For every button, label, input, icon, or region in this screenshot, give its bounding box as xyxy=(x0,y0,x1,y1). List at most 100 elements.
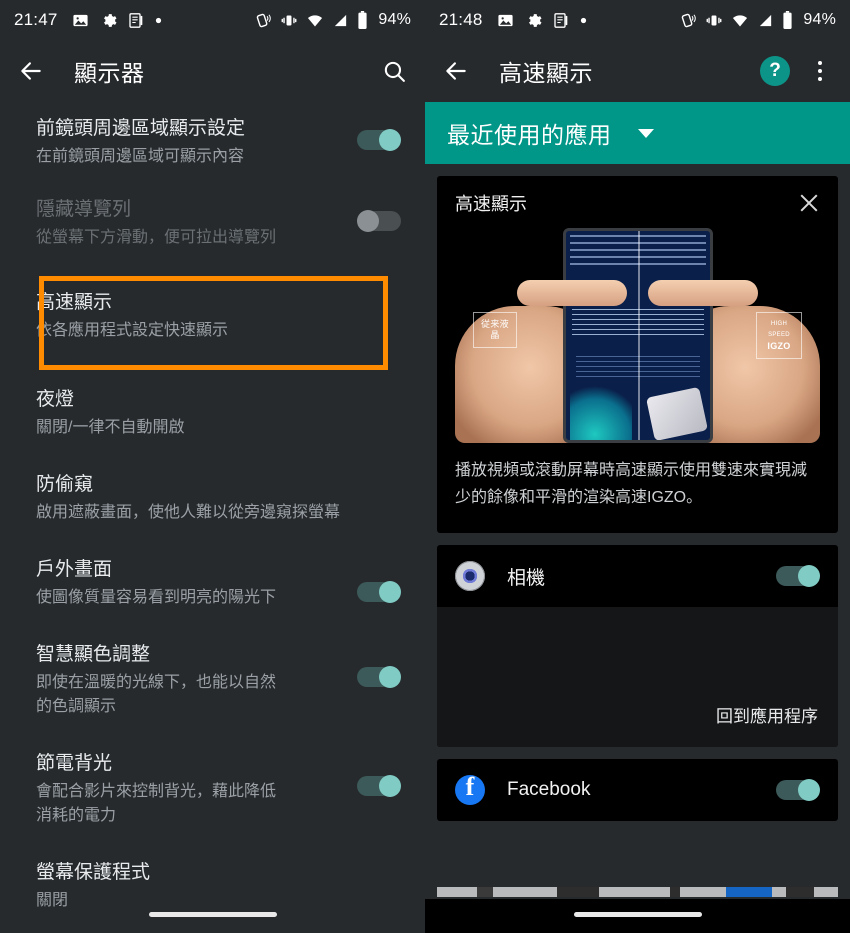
setting-toggle[interactable] xyxy=(357,210,401,232)
setting-row-outdoor-view[interactable]: 戶外畫面 使圖像質量容易看到明亮的陽光下 xyxy=(0,539,425,624)
app-row[interactable]: Facebook xyxy=(437,759,838,821)
setting-row-power-saving-backlight[interactable]: 節電背光 會配合影片來控制背光，藉此降低消耗的電力 xyxy=(0,733,425,842)
app-row[interactable]: 相機 xyxy=(437,545,838,607)
app-bar-left: 顯示器 xyxy=(0,40,425,102)
app-filter-label: 最近使用的應用 xyxy=(447,122,612,148)
setting-subtitle: 使圖像質量容易看到明亮的陽光下 xyxy=(36,589,277,606)
status-time: 21:47 xyxy=(14,10,58,29)
setting-subtitle: 關閉/一律不自動開啟 xyxy=(36,419,185,436)
setting-title: 螢幕保護程式 xyxy=(36,862,151,883)
page-title: 高速顯示 xyxy=(499,60,593,86)
setting-subtitle: 依各應用程式設定快速顯示 xyxy=(36,322,229,339)
status-bar-left: 21:47 94% xyxy=(0,0,425,40)
home-indicator xyxy=(573,912,702,917)
nfc-icon xyxy=(680,12,697,29)
app-card-facebook: Facebook xyxy=(437,759,838,821)
home-indicator xyxy=(148,912,277,917)
setting-title: 夜燈 xyxy=(36,389,75,410)
setting-title: 防偷窺 xyxy=(36,474,94,495)
gear-icon xyxy=(525,12,542,29)
info-card-illustration: 従来液晶 HIGH SPEED IGZO xyxy=(447,228,828,443)
setting-title: 戶外畫面 xyxy=(36,559,113,580)
app-name: 相機 xyxy=(507,567,546,589)
left-screen-display-settings: 21:47 94% 顯示器 前鏡頭周邊區域顯示設定 在前鏡頭周邊區域可顯示內容 … xyxy=(0,0,425,933)
gear-icon xyxy=(100,12,117,29)
info-card-header: 高速顯示 xyxy=(437,176,838,222)
illustration-tag-left: 従来液晶 xyxy=(473,312,517,348)
document-icon xyxy=(128,12,144,29)
setting-subtitle: 啟用遮蔽畫面，使他人難以從旁邊窺探螢幕 xyxy=(36,504,341,521)
search-icon[interactable] xyxy=(382,59,407,84)
status-right-icons: 94% xyxy=(255,11,411,29)
battery-percent: 94% xyxy=(803,11,836,28)
phone-mockup xyxy=(562,228,713,443)
setting-subtitle: 會配合影片來控制背光，藉此降低消耗的電力 xyxy=(36,783,277,824)
finger-right xyxy=(648,280,758,306)
setting-row-privacy-screen[interactable]: 防偷窺 啟用遮蔽畫面，使他人難以從旁邊窺探螢幕 xyxy=(0,454,425,539)
setting-row-front-camera-area[interactable]: 前鏡頭周邊區域顯示設定 在前鏡頭周邊區域可顯示內容 xyxy=(0,102,425,183)
partial-app-row-strip xyxy=(437,887,838,897)
finger-left xyxy=(517,280,627,306)
right-screen-high-speed-display: 21:48 94% 高速顯示 ? 最近使用的應用 高速顯示 従来液晶 HIGH … xyxy=(425,0,850,933)
setting-toggle[interactable] xyxy=(357,775,401,797)
dot-icon xyxy=(580,17,587,24)
app-filter-dropdown[interactable]: 最近使用的應用 xyxy=(425,102,850,164)
setting-title: 前鏡頭周邊區域顯示設定 xyxy=(36,118,246,139)
status-right-icons: 94% xyxy=(680,11,836,29)
page-title: 顯示器 xyxy=(74,60,145,86)
illustration-tag-right-small: HIGH SPEED xyxy=(768,321,790,338)
battery-icon xyxy=(782,11,793,29)
help-icon[interactable]: ? xyxy=(760,56,790,86)
facebook-icon xyxy=(455,772,485,805)
setting-toggle[interactable] xyxy=(357,129,401,151)
setting-row-hide-nav-bar[interactable]: 隱藏導覽列 從螢幕下方滑動，便可拉出導覽列 xyxy=(0,183,425,264)
wifi-icon xyxy=(306,12,324,29)
setting-row-night-light[interactable]: 夜燈 關閉/一律不自動開啟 xyxy=(0,369,425,454)
setting-subtitle: 關閉 xyxy=(36,892,69,909)
display-settings-list: 前鏡頭周邊區域顯示設定 在前鏡頭周邊區域可顯示內容 隱藏導覽列 從螢幕下方滑動，… xyxy=(0,102,425,927)
app-card-camera: 相機 回到應用程序 xyxy=(437,545,838,747)
close-icon[interactable] xyxy=(798,192,820,214)
app-toggle[interactable] xyxy=(776,565,820,587)
image-icon xyxy=(497,12,514,29)
dot-icon xyxy=(155,17,162,24)
illustration-tag-right: HIGH SPEED IGZO xyxy=(756,312,802,359)
status-left-icons xyxy=(497,12,587,29)
vibrate-icon xyxy=(705,12,723,29)
setting-title: 智慧顯色調整 xyxy=(36,644,151,665)
image-icon xyxy=(72,12,89,29)
setting-title: 隱藏導覽列 xyxy=(36,199,132,220)
illustration-tag-right-main: IGZO xyxy=(767,341,791,351)
app-preview-area: 回到應用程序 xyxy=(437,607,838,747)
dual-screenshot: 21:47 94% 顯示器 前鏡頭周邊區域顯示設定 在前鏡頭周邊區域可顯示內容 … xyxy=(0,0,850,933)
info-card: 高速顯示 従来液晶 HIGH SPEED IGZO 播放視頻或滾動屏幕時高速顯示… xyxy=(437,176,838,533)
back-to-app-label[interactable]: 回到應用程序 xyxy=(716,702,818,727)
overflow-menu-icon[interactable] xyxy=(808,58,832,84)
nfc-icon xyxy=(255,12,272,29)
document-icon xyxy=(553,12,569,29)
setting-subtitle: 在前鏡頭周邊區域可顯示內容 xyxy=(36,148,245,165)
status-bar-right: 21:48 94% xyxy=(425,0,850,40)
app-list-scroll[interactable]: 高速顯示 従来液晶 HIGH SPEED IGZO 播放視頻或滾動屏幕時高速顯示… xyxy=(425,164,850,933)
app-toggle[interactable] xyxy=(776,779,820,801)
chevron-down-icon xyxy=(637,128,654,138)
setting-row-smart-color-adjust[interactable]: 智慧顯色調整 即使在溫暖的光線下，也能以自然的色調顯示 xyxy=(0,624,425,733)
setting-row-high-speed-display[interactable]: 高速顯示 依各應用程式設定快速顯示 xyxy=(0,264,425,369)
setting-subtitle: 即使在溫暖的光線下，也能以自然的色調顯示 xyxy=(36,674,277,715)
back-arrow-icon[interactable] xyxy=(18,58,44,84)
wifi-icon xyxy=(731,12,749,29)
help-badge-label: ? xyxy=(760,56,790,86)
battery-icon xyxy=(357,11,368,29)
info-card-title: 高速顯示 xyxy=(455,194,527,214)
setting-toggle[interactable] xyxy=(357,581,401,603)
setting-toggle[interactable] xyxy=(357,666,401,688)
app-bar-right: 高速顯示 ? xyxy=(425,40,850,102)
setting-subtitle: 從螢幕下方滑動，便可拉出導覽列 xyxy=(36,229,277,246)
back-arrow-icon[interactable] xyxy=(443,58,469,84)
signal-icon xyxy=(332,12,349,29)
signal-icon xyxy=(757,12,774,29)
status-left-icons xyxy=(72,12,162,29)
status-time: 21:48 xyxy=(439,10,483,29)
battery-percent: 94% xyxy=(378,11,411,28)
app-name: Facebook xyxy=(507,779,591,800)
